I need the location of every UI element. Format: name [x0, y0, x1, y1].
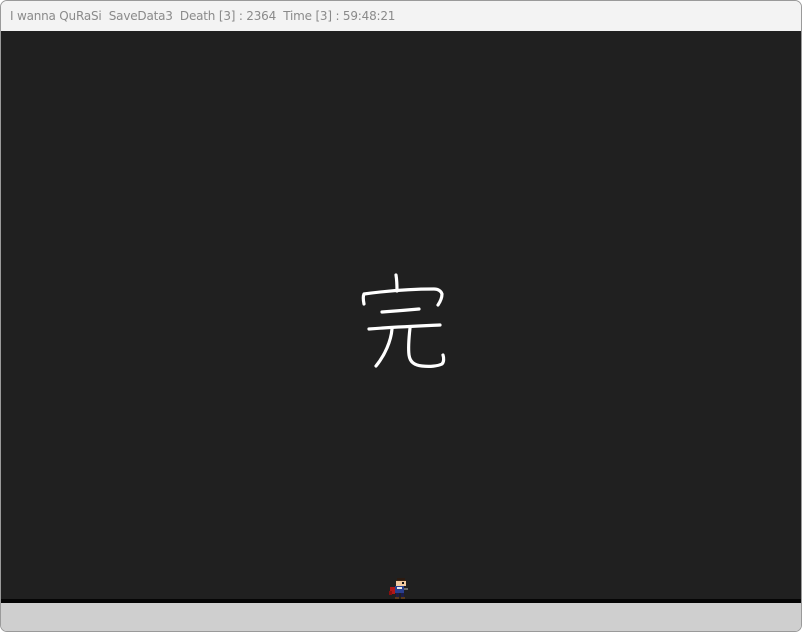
game-viewport[interactable]	[1, 31, 801, 599]
kanji-complete-glyph	[361, 273, 446, 368]
window-title: I wanna QuRaSi SaveData3 Death [3] : 236…	[10, 9, 396, 23]
player-character-icon	[389, 578, 408, 599]
window-bottom-frame	[1, 603, 801, 631]
game-window: I wanna QuRaSi SaveData3 Death [3] : 236…	[0, 0, 802, 632]
title-bar[interactable]: I wanna QuRaSi SaveData3 Death [3] : 236…	[1, 1, 801, 31]
